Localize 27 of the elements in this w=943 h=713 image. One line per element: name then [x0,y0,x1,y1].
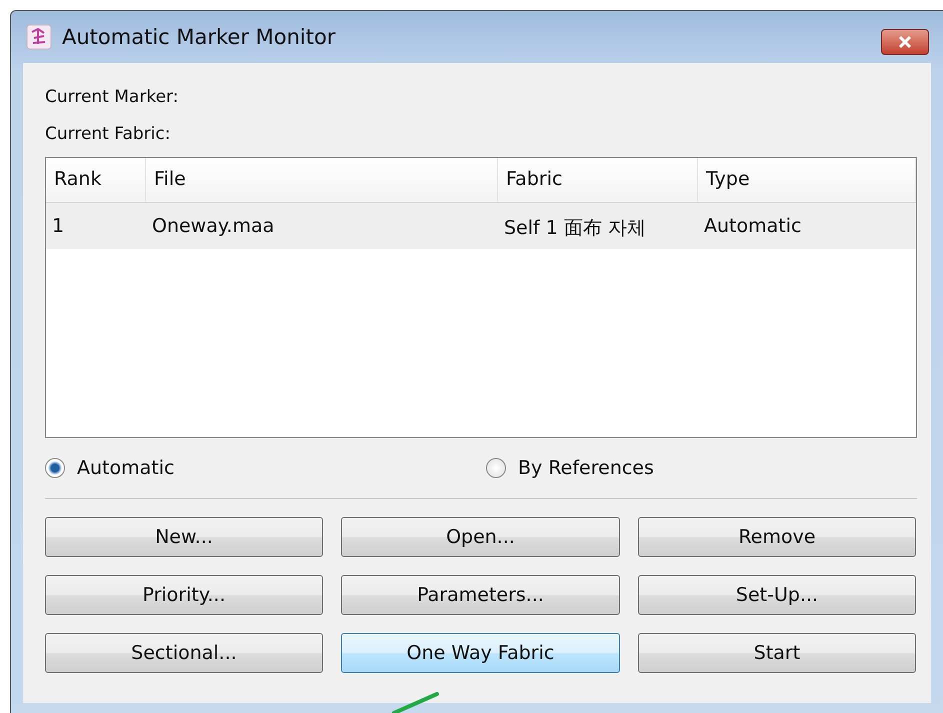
column-header[interactable]: File [146,158,498,202]
action-button[interactable]: Remove [638,517,916,557]
column-header[interactable]: Fabric [498,158,698,202]
radio-option[interactable]: By References [486,457,927,479]
table-cell-text: Oneway.maa [151,214,276,239]
app-icon [26,24,52,50]
action-button[interactable]: Start [638,633,916,673]
close-button[interactable] [881,29,929,55]
annotation-stroke [391,691,441,713]
table-cell-text: Self 1 面布 자체 [503,216,647,241]
window-title: Automatic Marker Monitor [62,25,336,49]
action-button[interactable]: Open... [341,517,620,557]
column-header[interactable]: Rank [46,158,146,202]
radio-option[interactable]: Automatic [45,457,486,479]
table-cell-text: Automatic [703,214,802,239]
action-button[interactable]: Sectional... [45,633,323,673]
info-label: Current Fabric: [45,124,172,146]
action-button[interactable]: Parameters... [341,575,620,615]
action-button[interactable]: New... [45,517,323,557]
action-button[interactable]: Priority... [45,575,323,615]
close-icon [897,35,913,49]
table-row[interactable]: 1 Oneway.maa Self 1 面布 자체 Automatic [46,203,916,249]
table-cell-text: 1 [51,214,66,239]
action-button[interactable]: One Way Fabric [341,633,620,673]
column-header[interactable]: Type [698,158,916,202]
action-button[interactable]: Set-Up... [638,575,916,615]
info-label: Current Marker: [45,87,180,109]
